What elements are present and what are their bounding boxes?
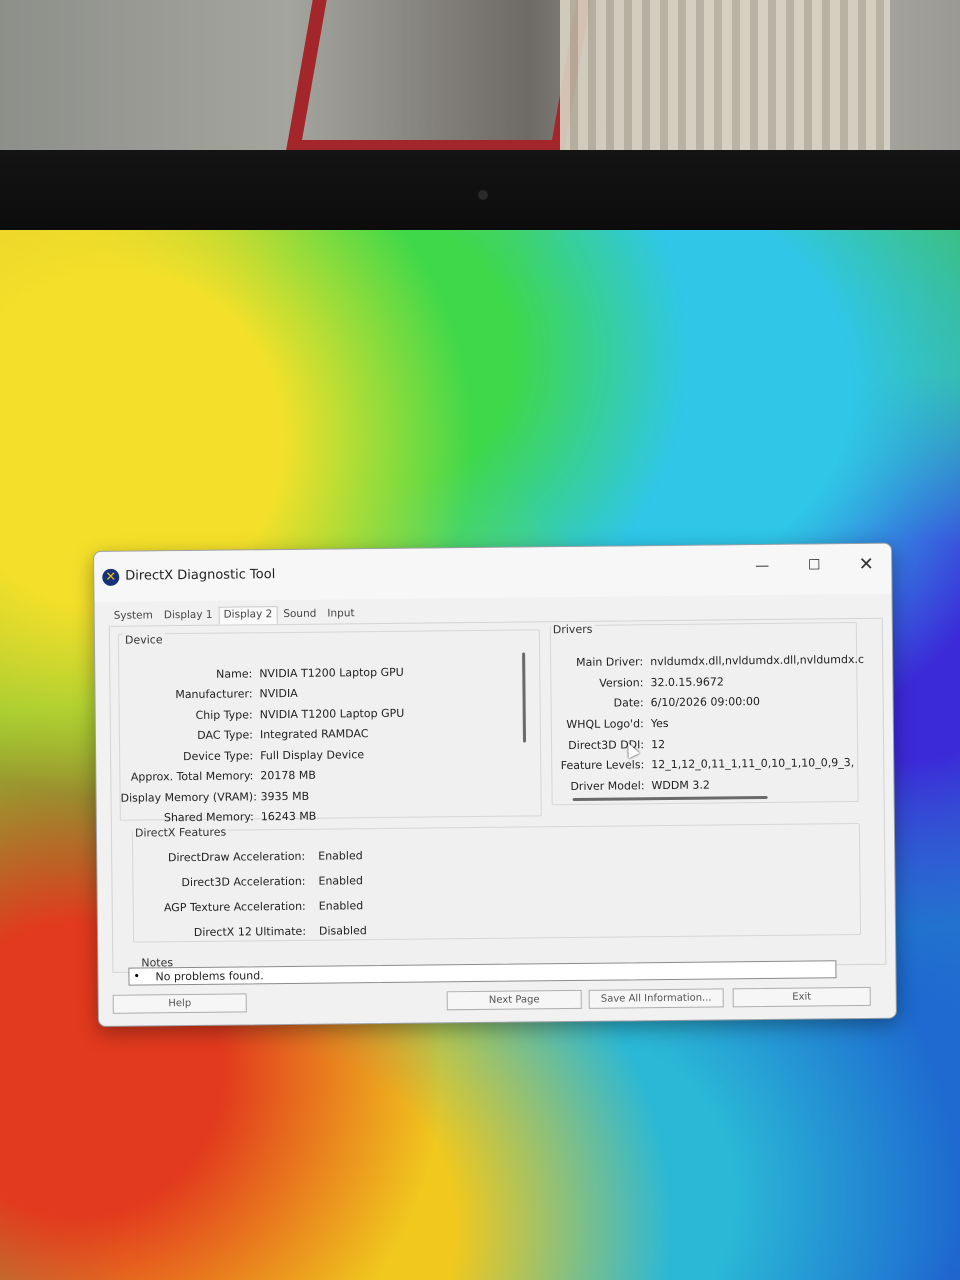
device-row: Name: NVIDIA T1200 Laptop GPU [119,665,519,681]
feature-row: Direct3D Acceleration: Enabled [133,872,533,889]
tab-display-2[interactable]: Display 2 [218,606,278,625]
curtain-decor [560,0,890,160]
device-label: Chip Type: [195,708,253,722]
feature-label: Direct3D Acceleration: [181,874,306,890]
feature-row: DirectDraw Acceleration: Enabled [133,847,533,864]
device-row: Shared Memory: 16243 MB [121,808,521,825]
device-label: Display Memory (VRAM): [120,790,257,805]
device-label: Approx. Total Memory: [130,769,254,784]
driver-row: WHQL Logo'd: Yes [552,715,857,731]
drivers-horizontal-scrollbar[interactable] [572,795,768,801]
feature-label: DirectDraw Acceleration: [167,849,306,865]
room-background [0,0,960,175]
device-value: Integrated RAMDAC [259,727,369,742]
device-row: Display Memory (VRAM): 3935 MB [121,788,521,805]
tab-system[interactable]: System [109,607,158,626]
title-bar[interactable]: ✕ DirectX Diagnostic Tool — ☐ ✕ [94,543,892,602]
next-page-button[interactable]: Next Page [446,989,582,1011]
driver-value: 6/10/2026 09:00:00 [650,695,760,710]
driver-row: Date: 6/10/2026 09:00:00 [552,694,857,710]
feature-value: Disabled [318,924,367,938]
driver-row: Version: 32.0.15.9672 [551,674,856,689]
driver-label: WHQL Logo'd: [566,717,644,732]
device-value: 3935 MB [260,789,310,804]
device-label: Device Type: [182,749,254,764]
driver-label: Driver Model: [570,779,645,794]
help-button[interactable]: Help [112,993,247,1014]
directx-features-label: DirectX Features [132,825,229,840]
webcam [478,190,488,200]
maximize-button[interactable]: ☐ [794,552,834,578]
display-2-panel: Device Name: NVIDIA T1200 Laptop GPU Man… [108,617,887,973]
feature-row: DirectX 12 Ultimate: Disabled [134,922,534,939]
device-row: Manufacturer: NVIDIA [119,685,519,701]
notes-text: No problems found. [155,969,264,984]
device-label: Name: [216,667,253,681]
feature-value: Enabled [318,874,363,888]
driver-value: Yes [650,716,669,731]
driver-value: 12_1,12_0,11_1,11_0,10_1,10_0,9_3, [651,756,855,772]
notes-bullet: • [133,969,141,983]
drivers-group-label: Drivers [550,622,595,637]
driver-row: Main Driver: nvldumdx.dll,nvldumdx.dll,n… [551,653,864,669]
device-row: Device Type: Full Display Device [120,747,520,763]
close-button[interactable]: ✕ [846,552,886,578]
device-row: DAC Type: Integrated RAMDAC [120,726,520,742]
device-value: NVIDIA T1200 Laptop GPU [259,706,405,722]
save-all-information-button[interactable]: Save All Information... [588,988,724,1009]
device-label: Shared Memory: [163,810,254,825]
tab-sound[interactable]: Sound [278,606,321,624]
driver-row: Direct3D DDI: 12 [552,736,857,752]
driver-value: 32.0.15.9672 [650,675,724,690]
device-row: Approx. Total Memory: 20178 MB [120,767,520,784]
device-label: DAC Type: [197,728,254,742]
exit-button[interactable]: Exit [732,986,871,1008]
driver-label: Feature Levels: [560,758,645,773]
window-title: DirectX Diagnostic Tool [125,567,276,584]
driver-label: Version: [599,676,644,690]
driver-label: Main Driver: [576,655,644,669]
drivers-group: Drivers Main Driver: nvldumdx.dll,nvldum… [549,622,864,806]
feature-row: AGP Texture Acceleration: Enabled [134,897,534,914]
feature-value: Enabled [318,899,364,913]
driver-label: Date: [613,696,644,710]
feature-label: DirectX 12 Ultimate: [193,924,307,939]
directx-app-icon: ✕ [102,568,120,586]
device-label: Manufacturer: [175,687,253,702]
minimize-button[interactable]: — [742,553,782,579]
tab-input[interactable]: Input [322,605,359,623]
driver-value: WDDM 3.2 [651,778,710,793]
feature-value: Enabled [318,849,363,863]
device-value: NVIDIA [259,686,298,701]
device-value: 16243 MB [260,809,317,824]
device-group-label: Device [122,633,165,647]
device-row: Chip Type: NVIDIA T1200 Laptop GPU [120,706,520,722]
directx-features-group: DirectX Features DirectDraw Acceleration… [131,822,862,943]
driver-row: Driver Model: WDDM 3.2 [552,777,857,793]
driver-row: Feature Levels: 12_1,12_0,11_1,11_0,10_1… [552,756,857,772]
device-value: NVIDIA T1200 Laptop GPU [259,665,404,681]
device-scrollbar[interactable] [522,652,527,743]
device-value: Full Display Device [260,748,365,763]
driver-value: nvldumdx.dll,nvldumdx.dll,nvldumdx.c [650,652,865,669]
driver-value: 12 [650,738,666,752]
dxdiag-window: ✕ DirectX Diagnostic Tool — ☐ ✕ System D… [93,542,897,1027]
device-group: Device Name: NVIDIA T1200 Laptop GPU Man… [117,629,542,825]
device-value: 20178 MB [260,768,316,783]
tab-display-1[interactable]: Display 1 [159,607,218,626]
feature-label: AGP Texture Acceleration: [163,899,306,915]
red-frame-decor [285,0,593,154]
